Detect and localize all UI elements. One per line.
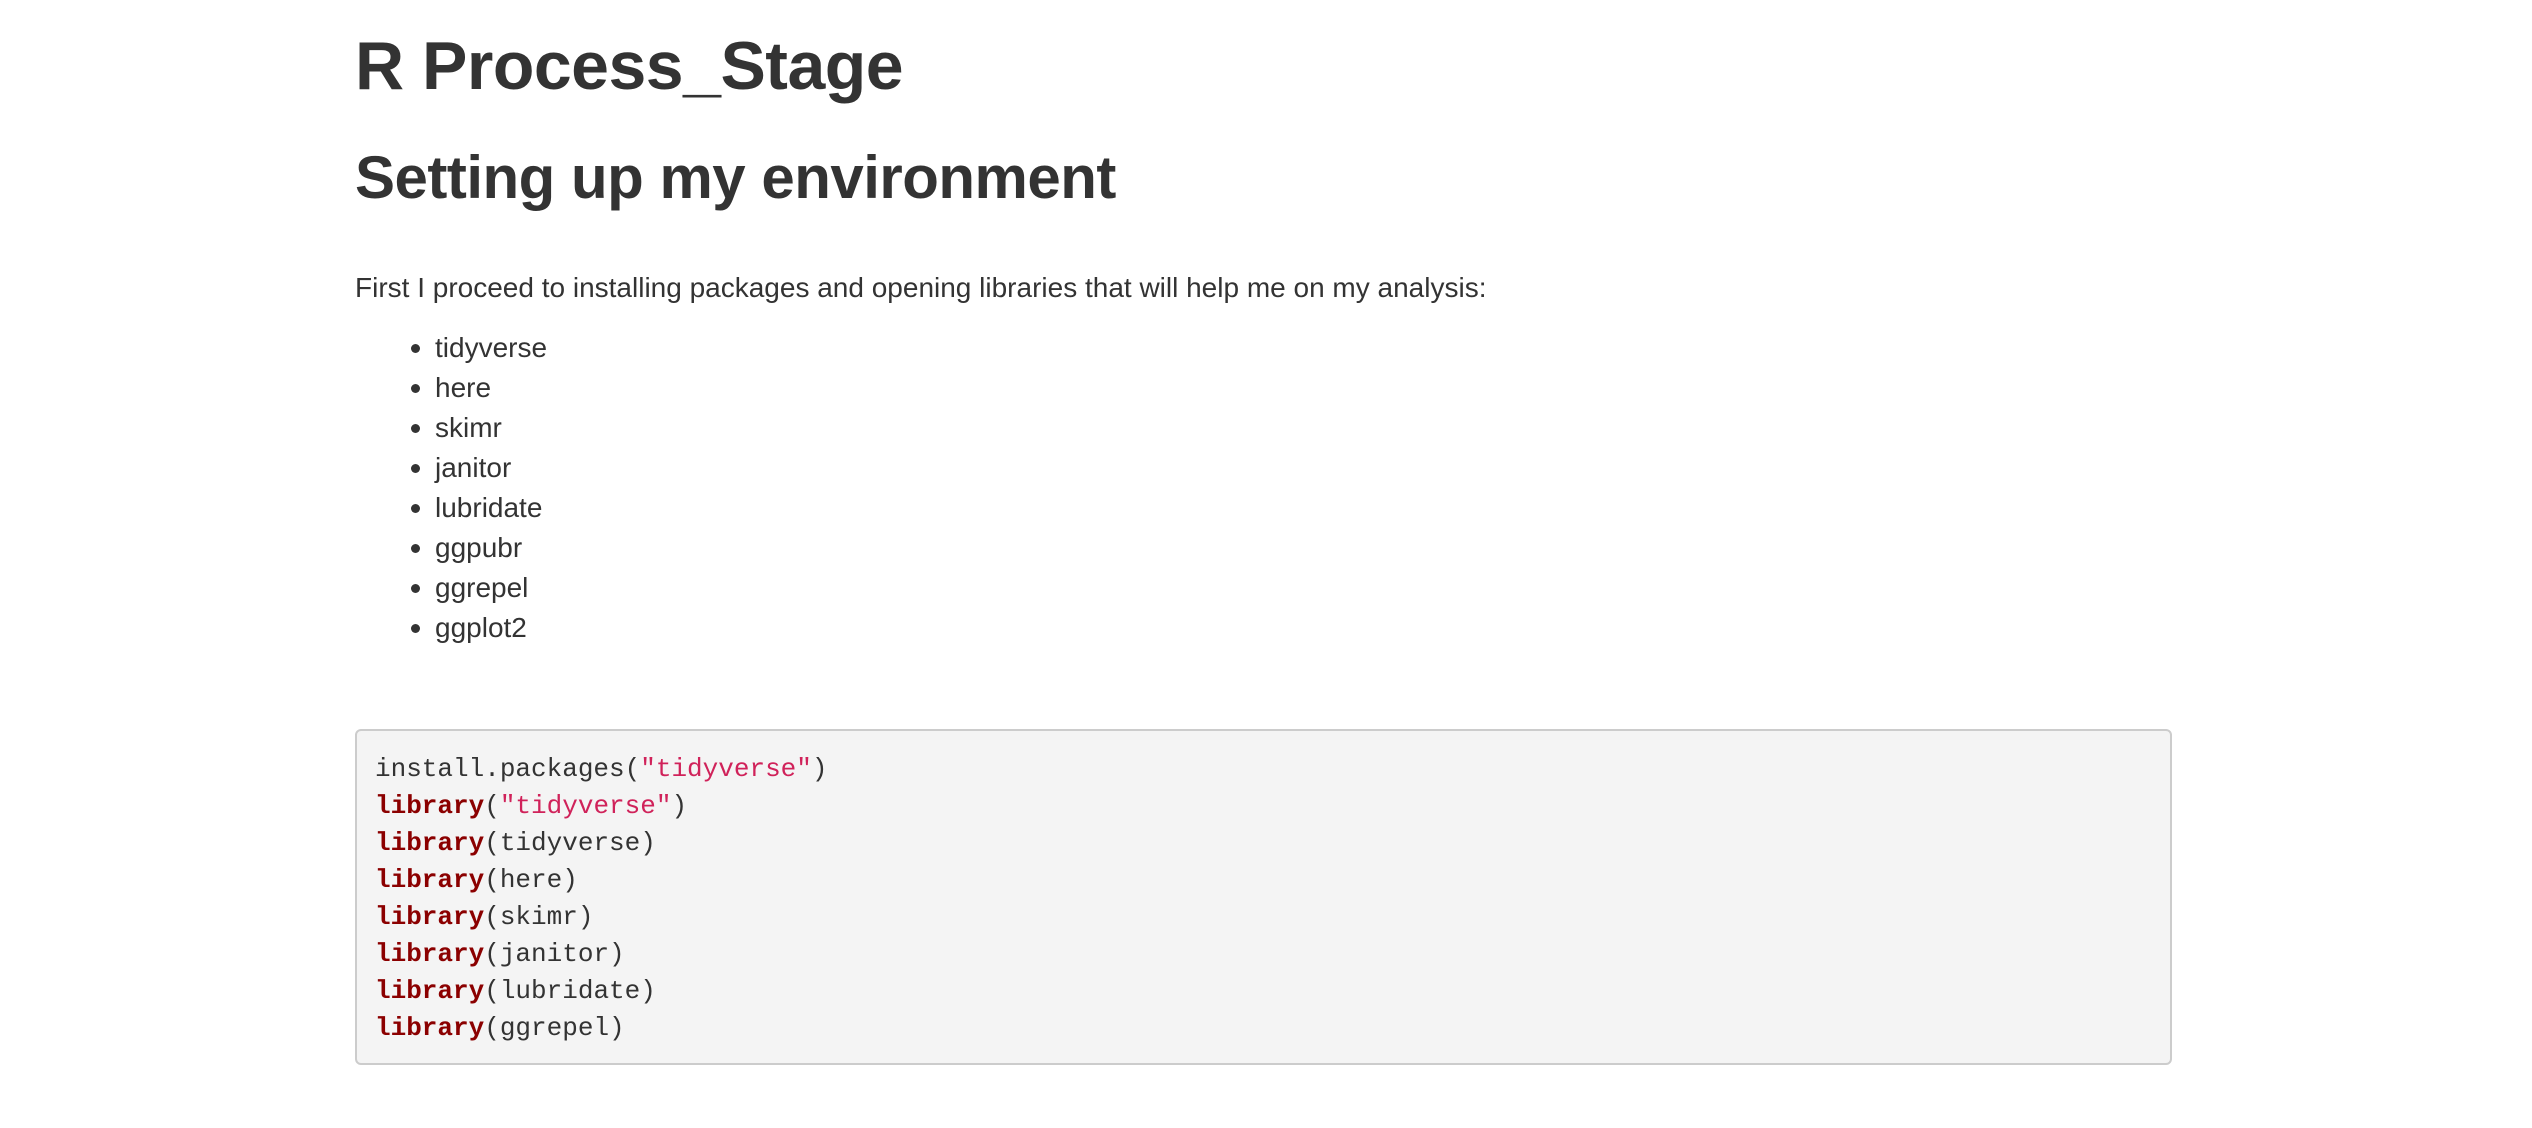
bullet-icon bbox=[411, 384, 420, 393]
bullet-icon bbox=[411, 424, 420, 433]
code-paren-close: ) bbox=[811, 754, 828, 784]
list-item-label: here bbox=[435, 372, 492, 403]
list-item: lubridate bbox=[355, 488, 547, 528]
bullet-icon bbox=[411, 544, 420, 553]
code-paren-open: ( bbox=[484, 902, 500, 932]
code-argument: here bbox=[499, 865, 563, 895]
code-line: library(skimr) bbox=[375, 899, 2152, 936]
code-argument: lubridate bbox=[499, 976, 641, 1006]
code-block[interactable]: install.packages("tidyverse") library("ti… bbox=[355, 729, 2172, 1065]
code-function: library bbox=[375, 865, 485, 895]
list-item-label: tidyverse bbox=[435, 332, 548, 363]
code-function: library bbox=[375, 828, 485, 858]
code-function: library bbox=[375, 976, 485, 1006]
list-item-label: janitor bbox=[435, 452, 512, 483]
list-item: ggpubr bbox=[355, 528, 547, 568]
package-list: tidyverse here skimr janitor lubridate g… bbox=[355, 328, 547, 648]
code-paren-open: ( bbox=[484, 791, 500, 821]
code-paren-close: ) bbox=[640, 828, 656, 858]
code-paren-close: ) bbox=[609, 939, 625, 969]
list-item: ggrepel bbox=[355, 568, 547, 608]
bullet-icon bbox=[411, 584, 420, 593]
code-paren-open: ( bbox=[484, 828, 500, 858]
code-argument: "tidyverse" bbox=[499, 791, 672, 821]
code-paren-open: ( bbox=[484, 1013, 500, 1043]
list-item: ggplot2 bbox=[355, 608, 547, 648]
list-item: tidyverse bbox=[355, 328, 547, 368]
code-paren-open: ( bbox=[484, 939, 500, 969]
section-heading: Setting up my environment bbox=[355, 144, 1116, 211]
bullet-icon bbox=[411, 504, 420, 513]
bullet-icon bbox=[411, 344, 420, 353]
code-paren-open: ( bbox=[484, 976, 500, 1006]
list-item-label: lubridate bbox=[435, 492, 543, 523]
code-line: install.packages("tidyverse") bbox=[375, 751, 2152, 788]
code-function: install.packages bbox=[375, 754, 625, 784]
code-paren-close: ) bbox=[609, 1013, 625, 1043]
code-line: library(here) bbox=[375, 862, 2152, 899]
intro-paragraph: First I proceed to installing packages a… bbox=[355, 272, 1487, 303]
code-function: library bbox=[375, 791, 485, 821]
code-function: library bbox=[375, 1013, 485, 1043]
code-argument: janitor bbox=[499, 939, 610, 969]
code-argument: "tidyverse" bbox=[640, 754, 812, 784]
list-item: here bbox=[355, 368, 547, 408]
code-line: library(ggrepel) bbox=[375, 1010, 2152, 1047]
code-line: library("tidyverse") bbox=[375, 788, 2152, 825]
page-title: R Process_Stage bbox=[355, 28, 904, 104]
code-paren-close: ) bbox=[562, 865, 578, 895]
code-function: library bbox=[375, 939, 485, 969]
code-paren-close: ) bbox=[640, 976, 656, 1006]
bullet-icon bbox=[411, 624, 420, 633]
code-paren-open: ( bbox=[624, 754, 641, 784]
code-argument: ggrepel bbox=[499, 1013, 610, 1043]
list-item-label: ggpubr bbox=[435, 532, 523, 563]
list-item: janitor bbox=[355, 448, 547, 488]
code-paren-close: ) bbox=[577, 902, 594, 932]
list-item: skimr bbox=[355, 408, 547, 448]
code-argument: skimr bbox=[499, 902, 578, 932]
list-item-label: ggplot2 bbox=[435, 612, 527, 643]
code-line: library(janitor) bbox=[375, 936, 2152, 973]
code-function: library bbox=[375, 902, 485, 932]
bullet-icon bbox=[411, 464, 420, 473]
list-item-label: skimr bbox=[435, 412, 502, 443]
code-line: library(tidyverse) bbox=[375, 825, 2152, 862]
list-item-label: ggrepel bbox=[435, 572, 529, 603]
code-argument: tidyverse bbox=[499, 828, 641, 858]
code-paren-open: ( bbox=[484, 865, 500, 895]
code-line: library(lubridate) bbox=[375, 973, 2152, 1010]
code-paren-close: ) bbox=[671, 791, 688, 821]
